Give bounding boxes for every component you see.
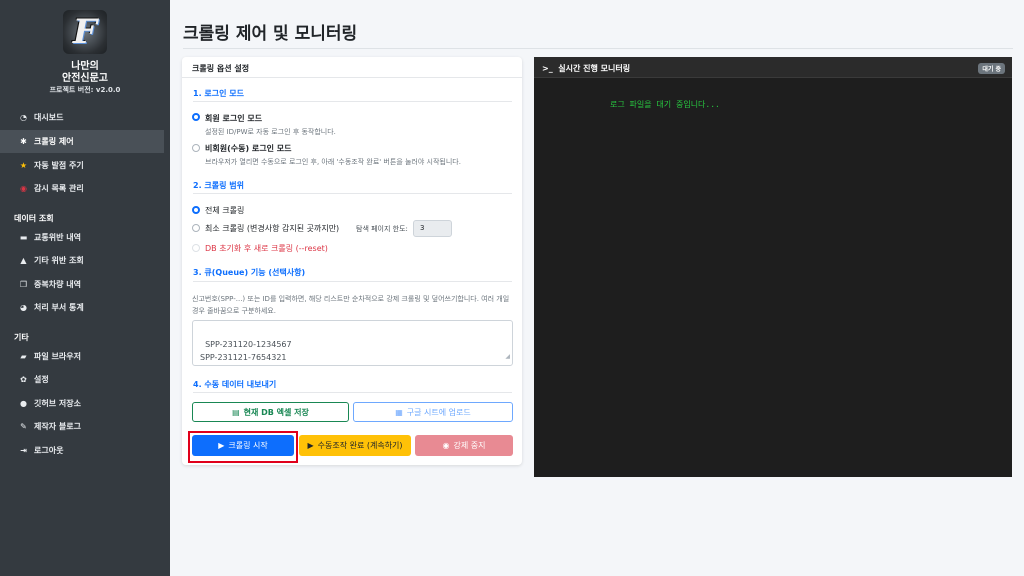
app-logo[interactable]: F	[63, 10, 107, 54]
realtime-monitor-panel: >_ 실시간 진행 모니터링 대기 중	[534, 57, 1012, 477]
sidebar-item-dashboard[interactable]: ◔ 대시보드	[0, 106, 164, 129]
sidebar: F 나만의 안전신문고 프로젝트 버전: v2.0.0 ◔ 대시보드 ✱ 크롤링…	[0, 0, 170, 576]
copy-icon: ❐	[19, 280, 28, 289]
sidebar-item-label: 설정	[34, 375, 49, 384]
reset-db-checkbox[interactable]	[192, 244, 200, 252]
logout-icon: ⇥	[20, 446, 27, 455]
min-crawl-label: 최소 크롤링 (변경사항 감지된 곳까지만)	[205, 224, 340, 233]
section-divider	[193, 281, 512, 282]
member-login-label: 회원 로그인 모드	[205, 114, 263, 123]
guest-login-help: 브라우저가 열리면 수동으로 로그인 후, 아래 '수동조작 완료' 버튼을 눌…	[205, 158, 461, 166]
sidebar-section-etc: 기타	[14, 333, 29, 342]
sidebar-item-label: 크롤링 제어	[34, 137, 74, 146]
spider-icon: ✱	[20, 137, 27, 146]
play-icon: ▶	[307, 441, 314, 450]
sidebar-item-label: 파일 브라우저	[34, 352, 81, 361]
sidebar-item-crawling-control[interactable]: ✱ 크롤링 제어	[0, 130, 164, 153]
star-icon: ★	[19, 161, 28, 170]
options-card-header: 크롤링 옵션 설정	[182, 57, 522, 78]
brand-name-line2: 안전신문고	[62, 73, 108, 84]
sidebar-item-label: 제작자 블로그	[34, 422, 81, 431]
save-excel-button[interactable]: ▤ 현재 DB 엑셀 저장	[192, 402, 349, 422]
full-crawl-radio[interactable]	[192, 206, 200, 214]
force-stop-button[interactable]: ◉ 강제 중지	[415, 435, 513, 456]
logo-letter: F	[72, 12, 98, 52]
section-export: 4. 수동 데이터 내보내기	[193, 380, 277, 389]
manual-done-label: 수동조작 완료 (계속하기)	[317, 441, 403, 450]
force-stop-label: 강제 중지	[453, 441, 486, 450]
folder-icon: ▰	[20, 352, 27, 361]
gear-icon: ✿	[20, 375, 27, 384]
section-queue: 3. 큐(Queue) 기능 (선택사항)	[193, 268, 306, 277]
guest-login-label: 비회원(수동) 로그인 모드	[205, 144, 292, 153]
sidebar-item-other-violations[interactable]: ▲ 기타 위반 조회	[0, 249, 164, 272]
sidebar-item-label: 자동 발점 주기	[34, 161, 84, 170]
sheets-file-icon: ▦	[395, 407, 403, 417]
excel-file-icon: ▤	[232, 407, 240, 417]
status-badge: 대기 중	[978, 63, 1005, 74]
sidebar-item-department-stats[interactable]: ◕ 처리 부서 통계	[0, 296, 164, 319]
car-icon: ▬	[19, 233, 28, 242]
pen-icon: ✎	[20, 422, 27, 431]
queue-description: 신고번호(SPP-...) 또는 ID를 입력하면, 해당 리스트만 순차적으로…	[192, 295, 510, 315]
dashboard-icon: ◔	[20, 113, 27, 122]
min-crawl-radio[interactable]	[192, 224, 200, 232]
full-crawl-label: 전체 크롤링	[205, 206, 245, 215]
sidebar-item-label: 처리 부서 통계	[34, 303, 84, 312]
section-login-mode: 1. 로그인 모드	[193, 89, 244, 98]
sidebar-item-github[interactable]: ● 깃허브 저장소	[0, 392, 164, 415]
eye-icon: ◉	[20, 184, 27, 193]
page-title: 크롤링 제어 및 모니터링	[183, 24, 358, 44]
queue-textarea-value: SPP-231120-1234567 SPP-231121-7654321	[200, 340, 292, 362]
warning-icon: ▲	[20, 256, 27, 265]
sidebar-item-file-browser[interactable]: ▰ 파일 브라우저	[0, 345, 164, 368]
section-divider	[193, 392, 512, 393]
section-divider	[193, 101, 512, 102]
upload-sheets-button[interactable]: ▦ 구글 시트에 업로드	[353, 402, 513, 422]
sidebar-item-label: 교통위반 내역	[34, 233, 81, 242]
highlight-box	[188, 431, 298, 463]
sidebar-section-data: 데이터 조회	[14, 214, 54, 223]
sidebar-item-label: 감시 목록 관리	[34, 184, 84, 193]
stop-icon: ◉	[442, 441, 450, 450]
sidebar-item-watchlist[interactable]: ◉ 감시 목록 관리	[0, 177, 164, 200]
guest-login-radio[interactable]	[192, 144, 200, 152]
manual-done-button[interactable]: ▶ 수동조작 완료 (계속하기)	[299, 435, 411, 456]
member-login-radio[interactable]	[192, 113, 200, 121]
monitor-title: 실시간 진행 모니터링	[558, 64, 631, 73]
upload-sheets-label: 구글 시트에 업로드	[406, 407, 471, 417]
sidebar-item-label: 로그아웃	[34, 446, 64, 455]
reset-db-label: DB 초기화 후 새로 크롤링 (--reset)	[205, 244, 328, 253]
log-output-line: 로그 파일을 대기 중입니다...	[610, 100, 720, 109]
sidebar-item-blog[interactable]: ✎ 제작자 블로그	[0, 415, 164, 438]
sidebar-item-auto-schedule[interactable]: ★ 자동 발점 주기	[0, 154, 164, 177]
section-crawl-range: 2. 크롤링 범위	[193, 181, 244, 190]
sidebar-item-logout[interactable]: ⇥ 로그아웃	[0, 439, 164, 462]
sidebar-item-traffic-violations[interactable]: ▬ 교통위반 내역	[0, 226, 164, 249]
page-limit-input[interactable]: 3	[413, 220, 452, 237]
sidebar-item-settings[interactable]: ✿ 설정	[0, 368, 164, 391]
terminal-icon: >_	[542, 64, 553, 73]
resize-handle-icon[interactable]: ◢	[505, 350, 510, 363]
monitor-header: >_ 실시간 진행 모니터링 대기 중	[534, 57, 1012, 78]
sidebar-item-duplicate-vehicles[interactable]: ❐ 중복차량 내역	[0, 273, 164, 296]
chart-icon: ◕	[20, 303, 27, 312]
project-version: 프로젝트 버전: v2.0.0	[49, 86, 121, 94]
sidebar-item-label: 깃허브 저장소	[34, 399, 81, 408]
queue-textarea[interactable]: SPP-231120-1234567 SPP-231121-7654321 ◢	[192, 320, 513, 366]
sidebar-item-label: 대시보드	[34, 113, 64, 122]
title-divider	[183, 48, 1013, 49]
section-divider	[193, 193, 512, 194]
save-excel-label: 현재 DB 엑셀 저장	[243, 407, 309, 417]
sidebar-item-label: 중복차량 내역	[34, 280, 81, 289]
page-limit-label: 탐색 페이지 한도:	[356, 225, 408, 233]
sidebar-item-label: 기타 위반 조회	[34, 256, 84, 265]
github-icon: ●	[20, 399, 27, 408]
member-login-help: 설정된 ID/PW로 자동 로그인 후 동작합니다.	[205, 128, 336, 136]
